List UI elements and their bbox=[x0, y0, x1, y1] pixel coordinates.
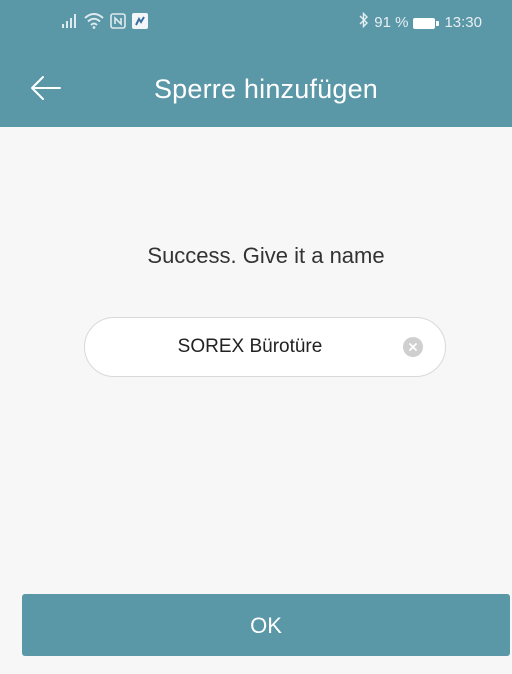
main-content: Success. Give it a name OK bbox=[0, 127, 512, 674]
status-icons-left bbox=[62, 12, 148, 34]
page-title: Sperre hinzufügen bbox=[153, 74, 379, 104]
signal-icon bbox=[62, 13, 78, 33]
wifi-icon bbox=[84, 12, 104, 34]
battery-percent: 91 % bbox=[374, 14, 409, 31]
name-field bbox=[84, 317, 446, 377]
battery-icon bbox=[413, 17, 440, 29]
nfc-icon bbox=[110, 12, 126, 34]
status-time: 13:30 bbox=[444, 14, 482, 31]
notification-icon bbox=[132, 12, 148, 34]
prompt-text: Success. Give it a name bbox=[147, 243, 385, 268]
bluetooth-icon bbox=[359, 11, 369, 34]
clear-icon[interactable] bbox=[403, 337, 423, 357]
toolbar: Sperre hinzufügen bbox=[0, 64, 512, 114]
app-bar: 91 % 13:30 Sperre hinzufügen bbox=[0, 0, 512, 127]
name-input[interactable] bbox=[115, 318, 385, 376]
ok-button[interactable]: OK bbox=[22, 594, 510, 656]
status-icons-right: 91 % 13:30 bbox=[359, 11, 482, 34]
status-bar: 91 % 13:30 bbox=[0, 0, 512, 46]
